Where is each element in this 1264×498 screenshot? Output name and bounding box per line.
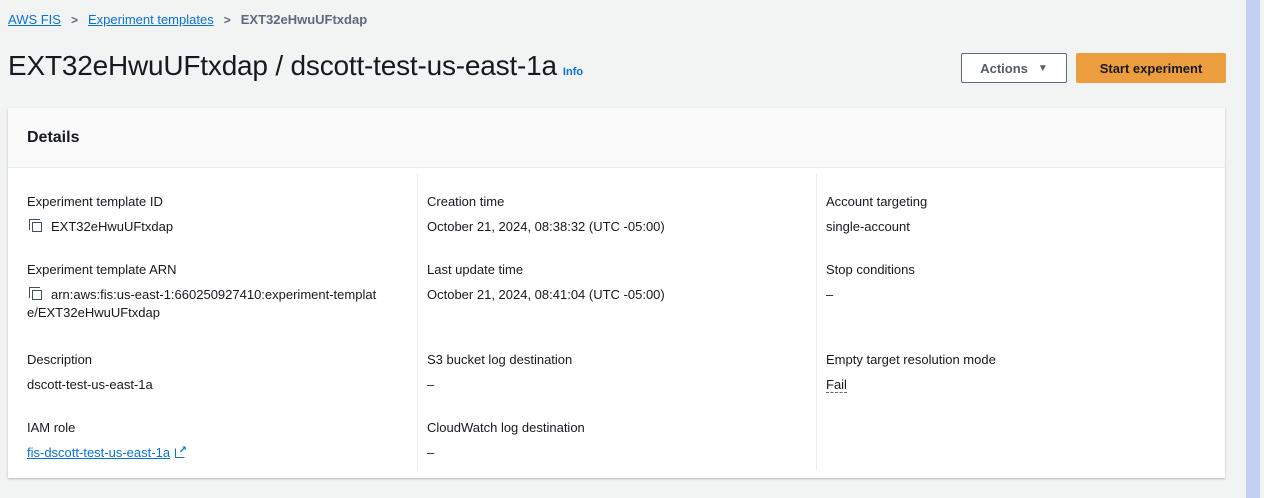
stop-conditions-value: – <box>826 287 834 302</box>
details-header: Details <box>8 108 1225 168</box>
page-title: EXT32eHwuUFtxdap / dscott-test-us-east-1… <box>8 50 557 81</box>
account-targeting-field: Account targeting single-account <box>826 194 927 236</box>
s3-log-field: S3 bucket log destination – <box>427 352 572 394</box>
description-field: Description dscott-test-us-east-1a <box>27 352 153 394</box>
iam-role-field: IAM role fis-dscott-test-us-east-1a ↗ <box>27 420 187 462</box>
field-label: CloudWatch log destination <box>427 420 585 435</box>
field-value: EXT32eHwuUFtxdap <box>27 218 173 236</box>
copy-icon[interactable] <box>27 287 43 301</box>
info-link[interactable]: Info <box>563 66 583 78</box>
field-label: IAM role <box>27 420 76 435</box>
breadcrumb-experiment-templates[interactable]: Experiment templates <box>88 12 214 27</box>
template-id-field: Experiment template ID EXT32eHwuUFtxdap <box>27 194 173 236</box>
breadcrumb-aws-fis[interactable]: AWS FIS <box>8 12 61 27</box>
page-header: EXT32eHwuUFtxdap / dscott-test-us-east-1… <box>8 50 583 82</box>
external-link-icon[interactable]: ↗ <box>175 446 187 458</box>
field-label: Description <box>27 352 93 367</box>
chevron-right-icon: > <box>223 12 231 27</box>
breadcrumb-current: EXT32eHwuUFtxdap <box>240 12 368 27</box>
chevron-right-icon: > <box>70 12 78 27</box>
start-experiment-label: Start experiment <box>1099 60 1203 76</box>
cloudwatch-log-value: – <box>427 445 435 460</box>
field-label: Stop conditions <box>826 262 915 277</box>
description-value: dscott-test-us-east-1a <box>27 377 153 392</box>
s3-log-value: – <box>427 377 435 392</box>
template-id-value: EXT32eHwuUFtxdap <box>51 219 174 234</box>
field-label: Experiment template ID <box>27 194 163 209</box>
start-experiment-button[interactable]: Start experiment <box>1076 53 1226 83</box>
field-label: Last update time <box>427 262 524 277</box>
field-value: Fail <box>826 376 996 394</box>
iam-role-link[interactable]: fis-dscott-test-us-east-1a <box>27 445 170 460</box>
actions-button[interactable]: Actions ▼ <box>961 53 1067 83</box>
copy-icon[interactable] <box>27 219 43 233</box>
caret-down-icon: ▼ <box>1037 62 1048 74</box>
scrollbar-track[interactable] <box>1246 0 1264 498</box>
template-arn-field: Experiment template ARN arn:aws:fis:us-e… <box>27 262 376 322</box>
details-panel: Details Experiment template ID EXT32eHwu… <box>8 108 1225 478</box>
field-value: fis-dscott-test-us-east-1a ↗ <box>27 444 187 462</box>
template-arn-value-line2: e/EXT32eHwuUFtxdap <box>27 305 160 320</box>
field-label: Experiment template ARN <box>27 262 177 277</box>
empty-target-field: Empty target resolution mode Fail <box>826 352 996 394</box>
creation-time-field: Creation time October 21, 2024, 08:38:32… <box>427 194 665 236</box>
breadcrumb: AWS FIS > Experiment templates > EXT32eH… <box>8 12 367 27</box>
last-update-time-value: October 21, 2024, 08:41:04 (UTC -05:00) <box>427 287 665 302</box>
details-column-2: Creation time October 21, 2024, 08:38:32… <box>417 174 816 470</box>
field-label: Account targeting <box>826 194 928 209</box>
field-label: S3 bucket log destination <box>427 352 573 367</box>
field-label: Creation time <box>427 194 505 209</box>
stop-conditions-field: Stop conditions – <box>826 262 915 304</box>
actions-button-label: Actions <box>980 60 1028 76</box>
last-update-time-field: Last update time October 21, 2024, 08:41… <box>427 262 665 304</box>
account-targeting-value: single-account <box>826 219 910 234</box>
cloudwatch-log-field: CloudWatch log destination – <box>427 420 585 462</box>
creation-time-value: October 21, 2024, 08:38:32 (UTC -05:00) <box>427 219 665 234</box>
template-arn-value-line1: arn:aws:fis:us-east-1:660250927410:exper… <box>51 287 377 302</box>
details-columns: Experiment template ID EXT32eHwuUFtxdap … <box>8 168 1225 478</box>
empty-target-value[interactable]: Fail <box>826 377 847 393</box>
field-value: arn:aws:fis:us-east-1:660250927410:exper… <box>27 286 376 322</box>
field-label: Empty target resolution mode <box>826 352 996 367</box>
details-column-1: Experiment template ID EXT32eHwuUFtxdap … <box>27 174 416 470</box>
scrollbar-thumb[interactable] <box>1246 0 1260 498</box>
details-column-3: Account targeting single-account Stop co… <box>816 174 1216 470</box>
details-title: Details <box>27 128 80 146</box>
